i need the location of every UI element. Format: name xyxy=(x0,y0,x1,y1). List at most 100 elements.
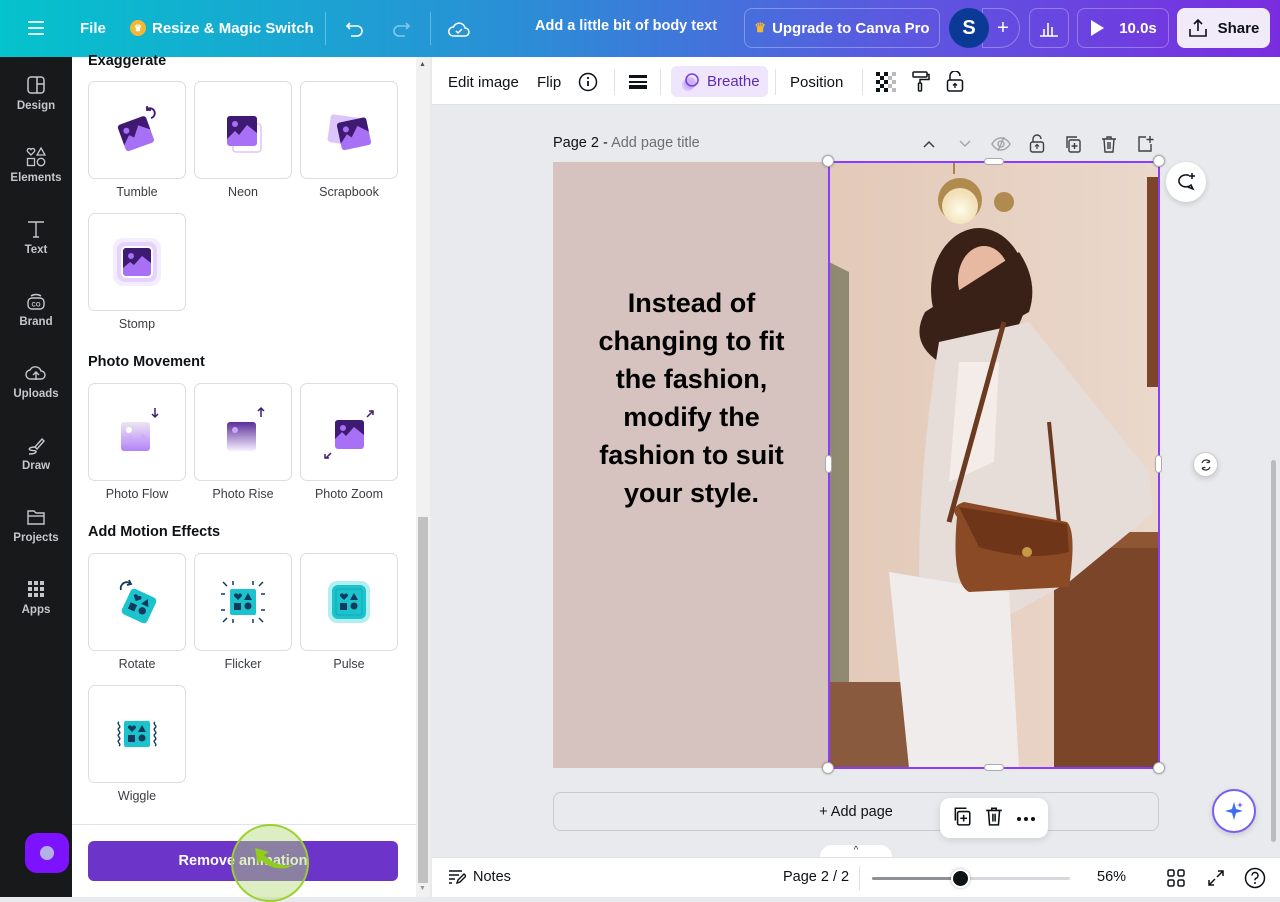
duplicate-icon xyxy=(1066,136,1081,153)
scroll-up-arrow-icon[interactable]: ▲ xyxy=(419,61,426,68)
position-label: Position xyxy=(790,73,844,91)
photo-rise-icon xyxy=(227,406,265,451)
page-indicator[interactable]: Page 2 / 2 xyxy=(783,869,849,885)
transparency-button[interactable] xyxy=(876,67,896,97)
copy-style-button[interactable] xyxy=(912,67,930,97)
hide-page-button[interactable] xyxy=(990,133,1012,155)
fashion-photo[interactable] xyxy=(829,162,1159,768)
add-comment-button[interactable] xyxy=(1166,162,1206,202)
duplicate-page-button[interactable] xyxy=(1062,133,1084,155)
page-title[interactable]: Page 2 - Add page title xyxy=(553,135,700,151)
magic-ai-button[interactable] xyxy=(1212,789,1256,833)
zoom-percent[interactable]: 56% xyxy=(1097,869,1126,885)
plus-icon: + xyxy=(997,16,1009,39)
duplicate-button[interactable] xyxy=(952,806,972,831)
resize-handle-top-right[interactable] xyxy=(1153,155,1165,167)
card-label: Tumble xyxy=(116,185,158,199)
magic-assistant-button[interactable] xyxy=(25,833,69,873)
animation-card-photo-zoom[interactable] xyxy=(300,383,398,481)
play-button[interactable]: 10.0s xyxy=(1077,8,1169,48)
save-status-button[interactable] xyxy=(446,16,472,42)
rail-item-apps[interactable]: Apps xyxy=(0,565,72,629)
expand-icon xyxy=(1208,870,1224,886)
position-button[interactable]: Position xyxy=(790,67,843,97)
stomp-icon xyxy=(113,238,161,286)
resize-handle-bottom-right[interactable] xyxy=(1153,762,1165,774)
fullscreen-button[interactable] xyxy=(1207,869,1225,892)
share-label: Share xyxy=(1217,19,1260,37)
lock-button[interactable] xyxy=(946,67,964,97)
unlock-icon xyxy=(1029,134,1045,153)
rail-item-draw[interactable]: Draw xyxy=(0,421,72,485)
move-page-down-button[interactable] xyxy=(954,133,976,155)
rail-item-elements[interactable]: Elements xyxy=(0,133,72,197)
avatar[interactable]: S xyxy=(949,8,989,48)
animation-card-rotate[interactable] xyxy=(88,553,186,651)
wiggle-icon xyxy=(117,721,157,747)
animate-button[interactable]: Breathe xyxy=(671,66,768,97)
rail-item-projects[interactable]: Projects xyxy=(0,493,72,557)
zoom-percent-text: 56% xyxy=(1097,869,1127,885)
animation-card-flicker[interactable] xyxy=(194,553,292,651)
add-page-button-top[interactable] xyxy=(1134,133,1156,155)
grid-view-button[interactable] xyxy=(1167,869,1185,892)
resize-handle-top[interactable] xyxy=(984,158,1004,165)
resize-handle-bottom-left[interactable] xyxy=(822,762,834,774)
delete-button[interactable] xyxy=(985,806,1003,831)
border-style-button[interactable] xyxy=(628,67,648,97)
design-title[interactable]: Add a little bit of body text xyxy=(535,18,717,34)
resize-handle-left[interactable] xyxy=(825,455,832,473)
divider xyxy=(775,69,776,95)
animation-card-neon[interactable] xyxy=(194,81,292,179)
page-title-placeholder[interactable]: Add page title xyxy=(611,135,700,151)
animation-card-stomp[interactable] xyxy=(88,213,186,311)
help-button[interactable] xyxy=(1244,867,1266,894)
rotate-handle[interactable] xyxy=(1193,452,1218,477)
rail-item-brand[interactable]: CO Brand xyxy=(0,277,72,341)
pulse-icon xyxy=(328,581,370,623)
insights-button[interactable] xyxy=(1029,8,1069,48)
animation-card-scrapbook[interactable] xyxy=(300,81,398,179)
cursor-arrow-icon xyxy=(255,848,294,869)
scroll-thumb[interactable] xyxy=(418,517,428,883)
notes-button[interactable]: Notes xyxy=(448,869,511,885)
delete-page-button[interactable] xyxy=(1098,133,1120,155)
zoom-slider[interactable] xyxy=(872,869,1070,888)
more-options-button[interactable] xyxy=(1016,809,1036,827)
canvas-scrollbar[interactable] xyxy=(1271,460,1276,842)
animation-card-pulse[interactable] xyxy=(300,553,398,651)
scroll-down-arrow-icon[interactable]: ▼ xyxy=(419,885,426,892)
zoom-slider-knob[interactable] xyxy=(951,869,971,888)
card-label: Photo Rise xyxy=(212,487,274,501)
page-indicator-text: Page 2 / 2 xyxy=(783,869,850,885)
animation-card-tumble[interactable] xyxy=(88,81,186,179)
quote-text-box[interactable]: Instead of changing to fit the fashion, … xyxy=(553,284,830,512)
resize-magic-switch-button[interactable]: ♛ Resize & Magic Switch xyxy=(130,16,314,40)
animation-label: Breathe xyxy=(707,73,760,90)
draw-icon xyxy=(28,437,45,455)
main-menu-button[interactable] xyxy=(22,14,50,42)
panel-scrollbar[interactable]: ▲ ▼ xyxy=(416,57,430,897)
lock-page-button[interactable] xyxy=(1026,133,1048,155)
edit-image-button[interactable]: Edit image xyxy=(448,67,519,97)
rail-item-design[interactable]: Design xyxy=(0,61,72,125)
rail-item-uploads[interactable]: Uploads xyxy=(0,349,72,413)
add-page-button[interactable]: + Add page xyxy=(553,792,1159,831)
upgrade-button[interactable]: ♛ Upgrade to Canva Pro xyxy=(744,8,940,48)
share-button[interactable]: Share xyxy=(1177,8,1270,48)
info-button[interactable] xyxy=(578,67,598,97)
animation-card-photo-flow[interactable] xyxy=(88,383,186,481)
resize-handle-bottom[interactable] xyxy=(984,764,1004,771)
resize-handle-top-left[interactable] xyxy=(822,155,834,167)
file-menu[interactable]: File xyxy=(80,16,106,40)
undo-button[interactable] xyxy=(342,16,368,42)
move-page-up-button[interactable] xyxy=(918,133,940,155)
animation-card-photo-rise[interactable] xyxy=(194,383,292,481)
flip-button[interactable]: Flip xyxy=(537,67,561,97)
animation-card-wiggle[interactable] xyxy=(88,685,186,783)
rail-label: Design xyxy=(16,100,56,112)
quote-line: your style. xyxy=(623,478,760,508)
redo-button[interactable] xyxy=(388,16,414,42)
resize-handle-right[interactable] xyxy=(1155,455,1162,473)
rail-item-text[interactable]: Text xyxy=(0,205,72,269)
